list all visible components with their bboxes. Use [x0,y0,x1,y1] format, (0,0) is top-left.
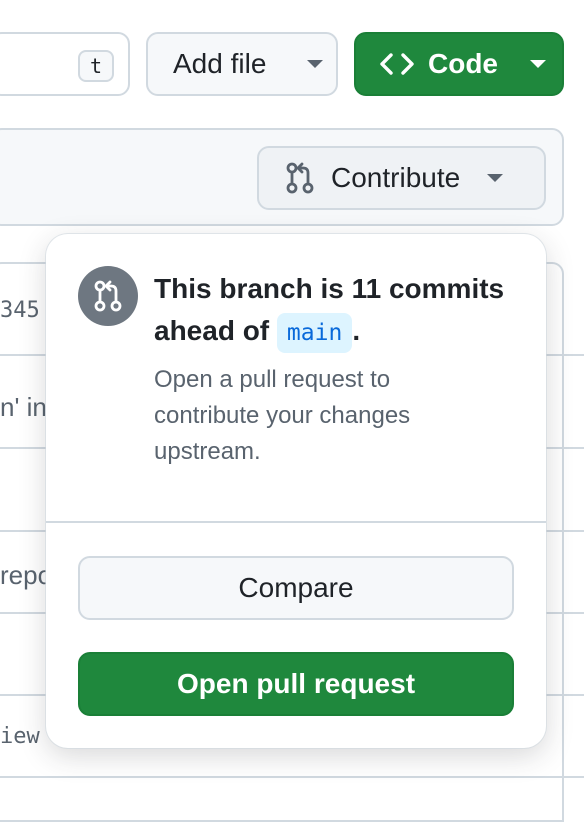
contribute-button[interactable]: Contribute [257,146,546,210]
chevron-down-icon [530,60,546,68]
table-row-divider [0,776,584,778]
chevron-down-icon [307,60,323,68]
table-row: 345 [0,298,40,323]
code-label: Code [428,48,498,79]
pull-request-avatar [78,266,138,326]
table-row: iew [0,724,40,749]
git-pull-request-icon [286,162,314,194]
chevron-down-icon [487,174,503,182]
open-pull-request-button[interactable]: Open pull request [78,652,514,716]
contribute-label: Contribute [331,162,461,193]
branch-name-badge[interactable]: main [276,313,353,353]
popover-description: Open a pull request to contribute your c… [154,366,411,465]
code-icon [380,53,414,75]
code-button[interactable]: Code [354,32,564,96]
table-row: repo [0,560,53,590]
search-shortcut-key: t [78,50,114,82]
add-file-button[interactable]: Add file [146,32,338,96]
popover-title: This branch is 11 commits ahead of main. [154,268,524,353]
add-file-label: Add file [173,48,267,79]
popover-divider [46,521,546,523]
table-row: n' in [0,392,47,422]
popover-title-suffix: . [352,315,361,346]
git-pull-request-icon [94,280,122,312]
compare-button[interactable]: Compare [78,556,514,620]
